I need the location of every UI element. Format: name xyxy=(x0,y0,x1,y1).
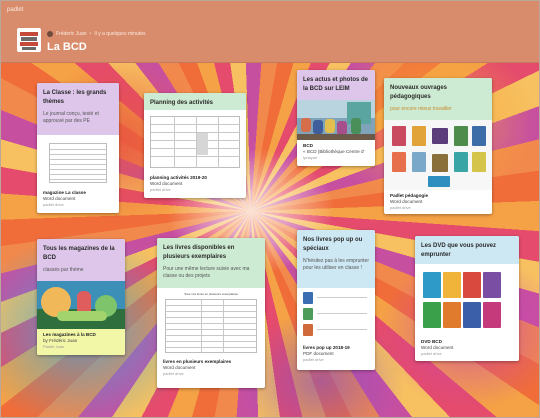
post-header: Les actus et photos de la BCD sur LEIM xyxy=(297,70,375,100)
attachment-meta: planning activités 2019-20 Word document… xyxy=(144,172,246,192)
board-logo-icon xyxy=(17,28,41,52)
board-byline: Fréderic Juan • Il y a quelques minutes xyxy=(47,31,145,37)
post-description: N'hésitez pas à les emprunter pour les u… xyxy=(303,258,369,271)
post-card-pop-up[interactable]: Nos livres pop up ou spéciaux N'hésitez … xyxy=(297,230,375,370)
attachment-source: Ipnayne xyxy=(303,155,318,160)
document-thumbnail[interactable] xyxy=(297,288,375,342)
attachment-meta: Les magazines à la BCD by Frédéric Juan … xyxy=(37,329,125,355)
post-title: La Classe : les grands thèmes xyxy=(43,90,107,105)
post-card-dvd[interactable]: Les DVD que vous pouvez emprunter DVD BC… xyxy=(415,236,519,361)
post-description: pour encore mieux travailler xyxy=(390,106,452,112)
padlet-board: padlet Fréderic Juan • Il y a quelques m… xyxy=(0,0,540,418)
attachment-source: padlet drive xyxy=(421,351,442,356)
document-thumbnail[interactable] xyxy=(415,264,519,336)
post-header: La Classe : les grands thèmes Le journal… xyxy=(37,83,119,135)
document-thumbnail[interactable]: Tous nos livres en plusieurs exemplaires xyxy=(157,288,265,356)
post-title: Les actus et photos de la BCD sur LEIM xyxy=(303,77,369,92)
post-title: Nouveaux ouvrages pédagogiques xyxy=(390,85,448,100)
post-title: Planning des activités xyxy=(150,100,214,106)
post-header: Nos livres pop up ou spéciaux N'hésitez … xyxy=(297,230,375,288)
attachment-source: Padlet Juan xyxy=(43,344,65,349)
document-thumbnail[interactable] xyxy=(37,135,119,187)
attachment-source: padlet drive xyxy=(163,371,184,376)
attachment-meta: magazine La classe Word document padlet … xyxy=(37,187,119,207)
post-header: Les DVD que vous pouvez emprunter xyxy=(415,236,519,264)
photo-thumbnail[interactable] xyxy=(297,100,375,140)
byline-separator: • xyxy=(89,31,92,37)
attachment-meta: Padlet pédagogie Word document padlet dr… xyxy=(384,190,492,210)
attachment-source: padlet drive xyxy=(150,187,171,192)
post-header: Nouveaux ouvrages pédagogiques pour enco… xyxy=(384,78,492,120)
post-card-livres-exemplaires[interactable]: Les livres disponibles en plusieurs exem… xyxy=(157,238,265,388)
author-name[interactable]: Fréderic Juan xyxy=(56,31,87,37)
post-title: Les DVD que vous pouvez emprunter xyxy=(421,243,497,258)
updated-time: Il y a quelques minutes xyxy=(94,31,146,37)
app-name[interactable]: padlet xyxy=(7,7,23,13)
attachment-meta: livres en plusieurs exemplaires Word doc… xyxy=(157,356,265,376)
post-title: Tous les magazines de la BCD xyxy=(43,246,115,261)
attachment-meta: livres pop up 2018-19 PDF document padle… xyxy=(297,342,375,362)
post-card-nouveaux-ouvrages[interactable]: Nouveaux ouvrages pédagogiques pour enco… xyxy=(384,78,492,214)
post-title: Nos livres pop up ou spéciaux xyxy=(303,237,363,252)
post-card-actus-photos[interactable]: Les actus et photos de la BCD sur LEIM B… xyxy=(297,70,375,166)
attachment-source: padlet drive xyxy=(303,357,324,362)
post-description: Pour une même lecture suivie avec ma cla… xyxy=(163,266,250,279)
attachment-source: padlet drive xyxy=(390,205,411,210)
post-description: classés par thème xyxy=(43,267,84,273)
post-header: Les livres disponibles en plusieurs exem… xyxy=(157,238,265,288)
document-thumbnail[interactable] xyxy=(144,110,246,172)
attachment-source: padlet drive xyxy=(43,202,64,207)
post-title: Les livres disponibles en plusieurs exem… xyxy=(163,245,235,260)
post-card-planning[interactable]: Planning des activités planning activité… xyxy=(144,93,246,198)
post-header: Tous les magazines de la BCD classés par… xyxy=(37,239,125,281)
post-card-magazines[interactable]: Tous les magazines de la BCD classés par… xyxy=(37,239,125,355)
post-card-la-classe[interactable]: La Classe : les grands thèmes Le journal… xyxy=(37,83,119,213)
board-title: La BCD xyxy=(47,41,87,53)
board-header: padlet Fréderic Juan • Il y a quelques m… xyxy=(1,1,539,63)
author-avatar[interactable] xyxy=(47,31,53,37)
post-description: Le journal conçu, testé et approuvé par … xyxy=(43,111,99,124)
thumbnail-caption: Tous nos livres en plusieurs exemplaires xyxy=(184,292,238,296)
post-header: Planning des activités xyxy=(144,93,246,110)
document-thumbnail[interactable] xyxy=(384,120,492,190)
attachment-meta: BCD « BCD (Bibliothèque Centre d' Ipnayn… xyxy=(297,140,375,160)
illustration-thumbnail[interactable] xyxy=(37,281,125,329)
attachment-meta: DVD BCD Word document padlet drive xyxy=(415,336,519,356)
